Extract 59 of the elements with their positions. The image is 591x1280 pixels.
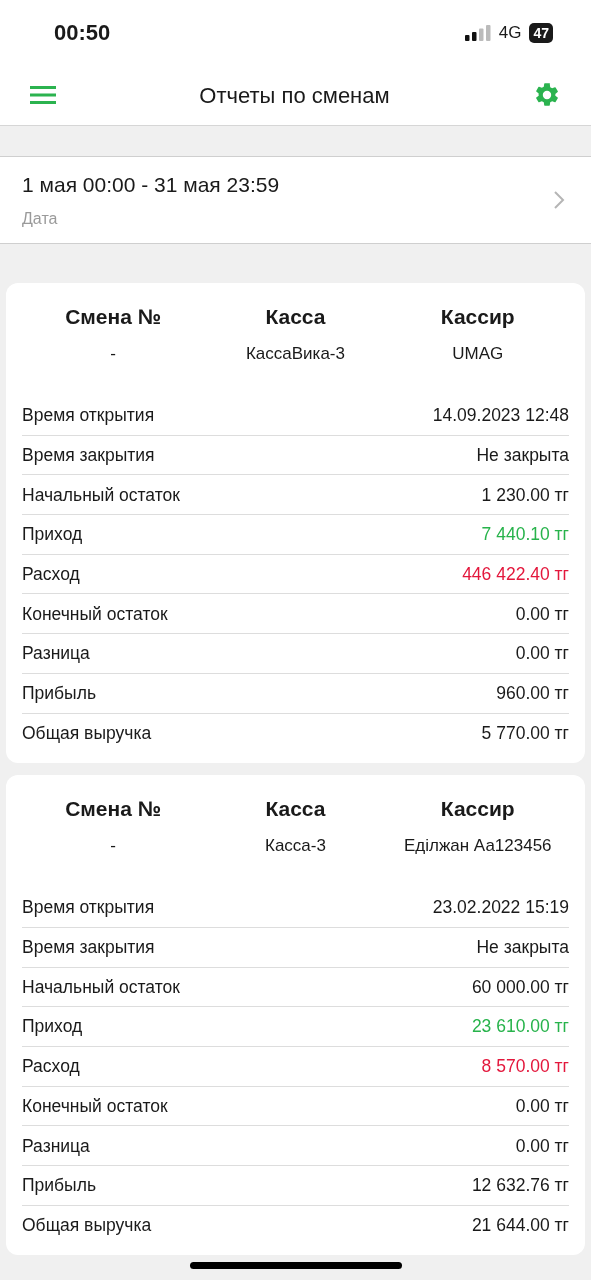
row-label: Время открытия [22,404,155,428]
row-label: Начальный остаток [22,975,180,999]
column-header: Кассир [440,796,515,823]
row-value: 0.00 тг [515,642,569,666]
chevron-right-icon [553,190,565,210]
row-label: Разница [22,642,90,666]
row-value: 21 644.00 тг [471,1214,569,1238]
row-label: Разница [22,1134,90,1158]
row-label: Приход [22,1015,83,1039]
network-type: 4G [498,21,522,44]
row-label: Общая выручка [22,1214,152,1238]
column-header: Смена № [65,796,162,823]
row-label: Приход [22,523,83,547]
screen-title: Отчеты по сменам [199,81,390,110]
row-value: 0.00 тг [515,602,569,626]
column-header: Смена № [65,304,162,330]
date-range: 1 мая 00:00 - 31 мая 23:59 [22,171,280,198]
row-value: 14.09.2023 12:48 [432,404,569,428]
row-label: Конечный остаток [22,1094,168,1118]
date-filter[interactable]: 1 мая 00:00 - 31 мая 23:59 Дата [0,156,591,244]
clock-time: 00:50 [54,19,111,47]
settings-icon[interactable] [533,81,561,109]
row-label: Расход [22,562,80,586]
column-header: Касса [265,304,326,330]
row-value: 7 440.10 тг [481,523,569,547]
header-value: UMAG [452,342,504,365]
row-label: Расход [22,1055,80,1079]
header-value: Касса-3 [265,834,326,857]
row-label: Время открытия [22,896,155,920]
row-value: 23 610.00 тг [471,1015,569,1039]
header-value: - [110,834,116,857]
row-value: 5 770.00 тг [481,722,569,746]
row-label: Общая выручка [22,722,152,746]
row-value: 8 570.00 тг [481,1055,569,1079]
row-label: Время закрытия [22,936,155,960]
row-label: Конечный остаток [22,602,168,626]
row-label: Начальный остаток [22,483,180,507]
header-value: Еділжан Аа123456 [403,834,552,857]
menu-icon[interactable] [30,85,56,105]
row-value: 60 000.00 тг [471,975,569,999]
signal-icon [464,24,491,41]
row-value: Не закрыта [476,443,569,467]
row-value: 1 230.00 тг [481,483,569,507]
column-header: Касса [265,796,326,823]
field-label: Дата [22,209,59,230]
row-value: Не закрыта [476,936,569,960]
battery-level: 47 [529,22,553,43]
row-label: Прибыль [22,682,97,706]
row-value: 0.00 тг [515,1134,569,1158]
column-header: Кассир [440,304,515,330]
header-value: КассаВика-3 [245,342,345,365]
row-value: 12 632.76 тг [471,1174,569,1198]
row-label: Прибыль [22,1174,97,1198]
row-value: 960.00 тг [496,682,569,706]
row-value: 446 422.40 тг [462,562,569,586]
row-value: 0.00 тг [515,1094,569,1118]
row-label: Время закрытия [22,443,155,467]
row-value: 23.02.2022 15:19 [432,896,569,920]
header-value: - [110,342,116,365]
